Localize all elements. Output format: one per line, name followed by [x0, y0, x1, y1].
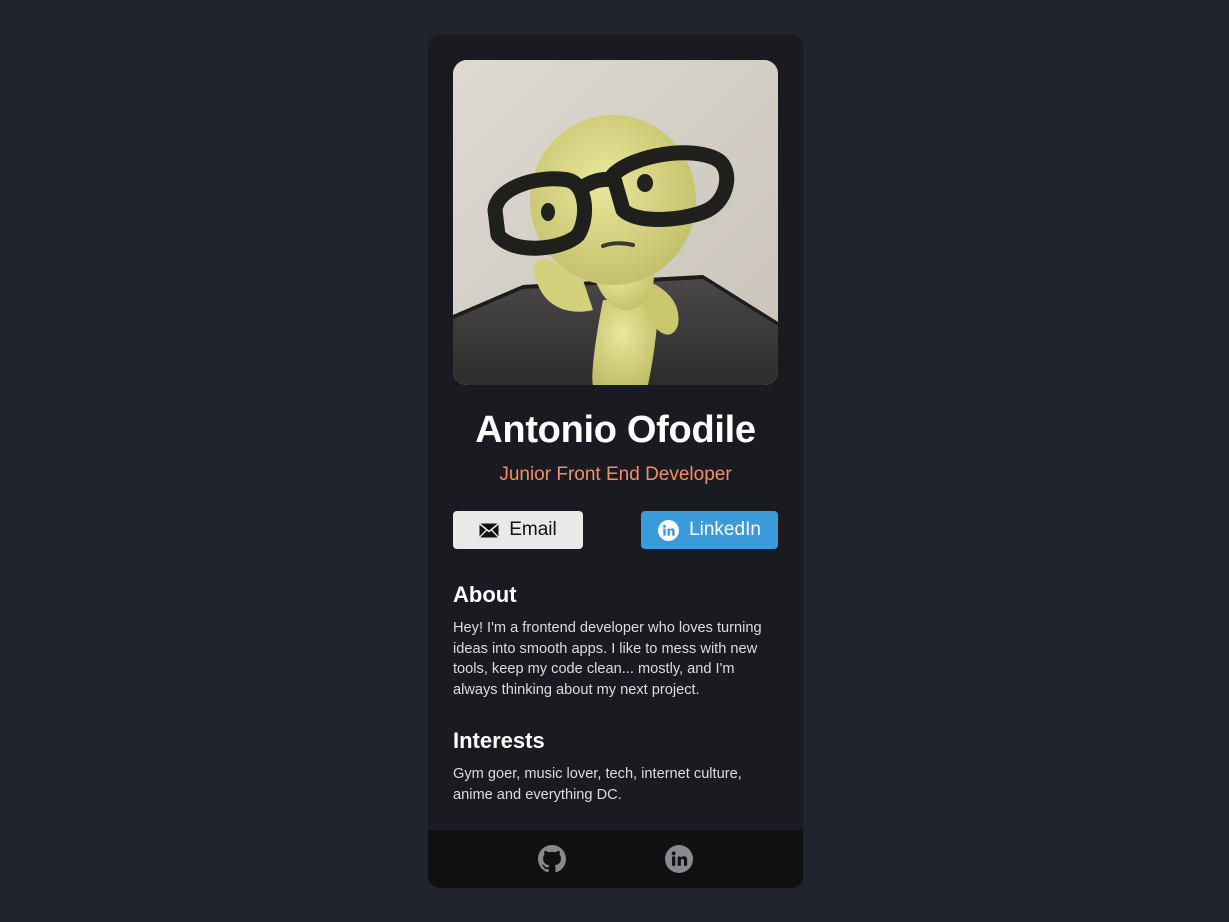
profile-role: Junior Front End Developer [499, 464, 732, 485]
linkedin-icon [658, 519, 680, 541]
linkedin-button[interactable]: LinkedIn [641, 511, 778, 549]
github-icon[interactable] [538, 845, 566, 873]
email-button-label: Email [509, 519, 557, 540]
linkedin-button-label: LinkedIn [689, 519, 761, 540]
profile-name: Antonio Ofodile [475, 409, 756, 451]
interests-heading: Interests [453, 728, 545, 753]
linkedin-icon[interactable] [665, 845, 693, 873]
interests-text: Gym goer, music lover, tech, internet cu… [453, 766, 742, 803]
email-button[interactable]: Email [453, 511, 583, 549]
about-text: Hey! I'm a frontend developer who loves … [453, 620, 762, 698]
about-heading: About [453, 582, 517, 607]
envelope-icon [479, 522, 500, 538]
footer [428, 830, 803, 888]
profile-photo [453, 60, 778, 385]
profile-card: Antonio Ofodile Junior Front End Develop… [428, 35, 803, 888]
